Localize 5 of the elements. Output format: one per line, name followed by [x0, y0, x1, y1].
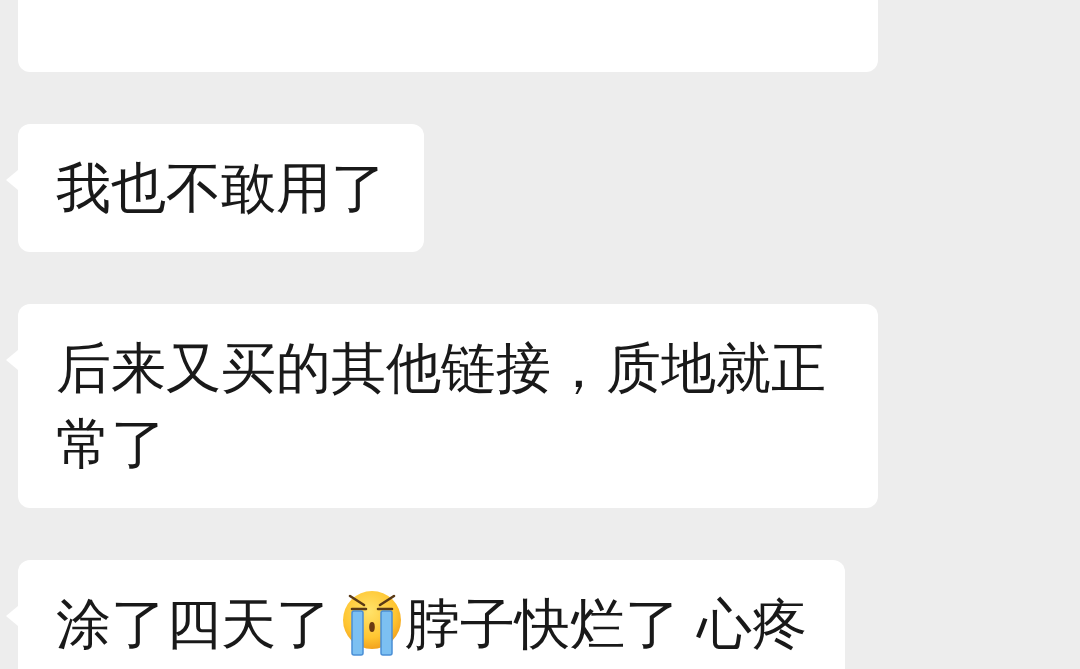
crying-face-icon — [341, 590, 403, 656]
message-text: 我也不敢用了 — [56, 156, 386, 220]
message-text: 后来又买的其他链接，质地就正常了 — [56, 336, 826, 476]
message-text: 涂了四天了 — [56, 592, 331, 656]
message-text: 脖子快烂了 心疼 — [405, 592, 808, 656]
